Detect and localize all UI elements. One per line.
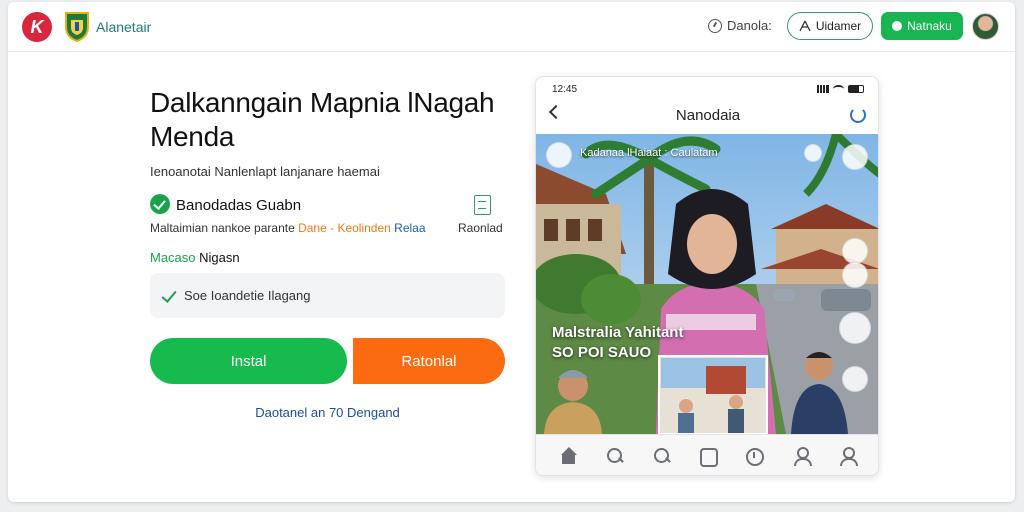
hero-avatar-icon[interactable]	[546, 142, 572, 168]
check-icon	[162, 291, 176, 301]
feature-highlight-orange[interactable]: Dane - Keolinden	[298, 221, 391, 235]
like-icon[interactable]	[842, 262, 868, 288]
document-label: Raonlad	[458, 221, 503, 235]
person-icon	[799, 20, 811, 32]
hero-top-text: Kadanaa lHaiaat : Caulatam	[580, 147, 718, 159]
phone-tab-bar	[536, 434, 878, 475]
status-heading: Macaso Nigasn	[150, 250, 240, 265]
clock-icon[interactable]	[744, 446, 765, 466]
home-icon[interactable]	[559, 446, 579, 466]
feature-description-text: Maltaimian nankoe parante	[150, 221, 299, 235]
account-button-label: Uidamer	[815, 19, 862, 33]
share-icon[interactable]	[842, 366, 868, 392]
status-text: Soe Ioandetie Ilagang	[184, 288, 311, 303]
top-bar: K Alanetair Danola: Uidamer Natnaku	[8, 2, 1015, 52]
sticker-icon[interactable]	[839, 312, 871, 344]
phone-status-bar: 12:45	[536, 77, 878, 97]
hero-image[interactable]: Kadanaa lHaiaat : Caulatam Malstralia Ya…	[536, 134, 878, 434]
status-heading-green: Macaso	[150, 250, 196, 265]
box-icon[interactable]	[698, 446, 718, 467]
download-count-link[interactable]: Daotanel an 70 Dengand	[150, 405, 505, 420]
crest-icon	[65, 12, 89, 42]
feature-description: Maltaimian nankoe parante Dane - Keolind…	[150, 221, 426, 235]
language-selector[interactable]: Danola:	[708, 18, 772, 33]
app-window: K Alanetair Danola: Uidamer Natnaku Dalk…	[8, 2, 1015, 502]
add-icon[interactable]	[804, 144, 822, 162]
badge-icon[interactable]	[842, 144, 868, 170]
install-button[interactable]: Instal	[150, 338, 347, 384]
brand-name[interactable]: Alanetair	[96, 19, 151, 35]
phone-preview: 12:45 Nanodaia Kadanaa lHaiaat: Caulata…	[535, 76, 879, 476]
user-icon[interactable]	[837, 446, 858, 466]
phone-time: 12:45	[552, 84, 578, 95]
check-circle-icon	[150, 194, 170, 214]
status-icons	[817, 85, 864, 93]
globe-icon	[708, 18, 722, 33]
feature-highlight-blue[interactable]: Relaa	[391, 221, 425, 235]
page-subtitle: Ienoanotai Nanlenlapt lanjanare haemai	[150, 164, 380, 179]
explore-icon[interactable]	[652, 446, 672, 466]
avatar[interactable]	[972, 13, 999, 40]
feature-title: Banodadas Guabn	[176, 197, 302, 214]
page-title: Dalkanngain Mapnia lNagah Menda	[150, 87, 495, 152]
battery-icon	[848, 85, 864, 93]
app-logo-icon[interactable]: K	[22, 12, 52, 42]
language-label: Danola:	[727, 18, 772, 33]
primary-header-button[interactable]: Natnaku	[881, 12, 963, 40]
phone-nav-bar: Nanodaia	[536, 99, 878, 133]
status-box: Soe Ioandetie Ilagang	[150, 273, 505, 318]
account-button[interactable]: Uidamer	[787, 12, 873, 40]
phone-title: Nanodaia	[675, 107, 741, 124]
document-icon[interactable]	[474, 195, 491, 215]
emoji-icon[interactable]	[842, 238, 868, 264]
refresh-icon[interactable]	[850, 107, 866, 123]
signal-icon	[817, 85, 829, 93]
secondary-action-button[interactable]: Ratonlal	[353, 338, 505, 384]
search-icon[interactable]	[605, 446, 625, 466]
primary-header-button-label: Natnaku	[907, 19, 952, 33]
profile-icon[interactable]	[791, 446, 812, 466]
status-heading-rest: Nigasn	[195, 250, 240, 265]
hero-caption-2: SO POI SAUO	[552, 344, 652, 361]
location-icon	[892, 21, 903, 31]
hero-illustration	[536, 134, 878, 434]
hero-caption-1: Malstralia Yahitant	[552, 324, 684, 341]
wifi-icon	[833, 85, 844, 93]
